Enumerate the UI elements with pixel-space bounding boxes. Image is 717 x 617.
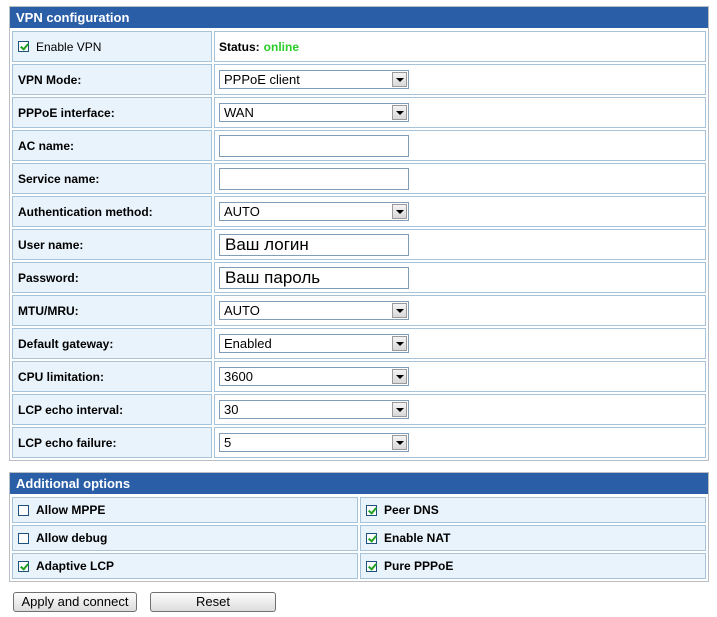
mtu-mru-value: AUTO <box>224 303 260 318</box>
vpn-mode-select[interactable]: PPPoE client <box>219 70 409 89</box>
ac-name-label: AC name: <box>12 130 212 161</box>
allow-mppe-option[interactable]: Allow MPPE <box>12 497 358 523</box>
additional-options-title: Additional options <box>10 473 708 495</box>
additional-options-panel: Additional options Allow MPPE Peer DNS A… <box>9 472 709 582</box>
vpn-mode-value: PPPoE client <box>224 72 300 87</box>
apply-and-connect-button[interactable]: Apply and connect <box>13 592 137 612</box>
ac-name-input[interactable] <box>219 134 409 157</box>
pppoe-interface-cell: WAN <box>214 97 706 128</box>
lcp-echo-failure-select[interactable]: 5 <box>219 433 409 452</box>
vpn-mode-cell: PPPoE client <box>214 64 706 95</box>
enable-nat-option[interactable]: Enable NAT <box>360 525 706 551</box>
adaptive-lcp-checkbox[interactable] <box>18 560 29 572</box>
password-label: Password: <box>12 262 212 293</box>
dropdown-arrow-icon[interactable] <box>392 402 407 417</box>
adaptive-lcp-option[interactable]: Adaptive LCP <box>12 553 358 579</box>
dropdown-arrow-icon[interactable] <box>392 204 407 219</box>
default-gateway-label: Default gateway: <box>12 328 212 359</box>
peer-dns-label: Peer DNS <box>384 503 439 517</box>
lcp-echo-interval-label: LCP echo interval: <box>12 394 212 425</box>
auth-method-value: AUTO <box>224 204 260 219</box>
peer-dns-option[interactable]: Peer DNS <box>360 497 706 523</box>
vpn-mode-label: VPN Mode: <box>12 64 212 95</box>
status-cell: Status: online <box>214 31 706 62</box>
user-name-cell: Ваш логин <box>214 229 706 260</box>
cpu-limitation-value: 3600 <box>224 369 253 384</box>
pure-pppoe-checkbox[interactable] <box>366 560 377 572</box>
adaptive-lcp-label: Adaptive LCP <box>36 559 115 573</box>
lcp-echo-interval-select[interactable]: 30 <box>219 400 409 419</box>
enable-vpn-cell: Enable VPN <box>12 31 212 62</box>
status-value: online <box>263 39 300 54</box>
password-cell: Ваш пароль <box>214 262 706 293</box>
reset-button[interactable]: Reset <box>150 592 276 612</box>
allow-debug-label: Allow debug <box>36 531 108 545</box>
allow-debug-option[interactable]: Allow debug <box>12 525 358 551</box>
pure-pppoe-option[interactable]: Pure PPPoE <box>360 553 706 579</box>
default-gateway-select[interactable]: Enabled <box>219 334 409 353</box>
lcp-echo-interval-value: 30 <box>224 402 239 417</box>
service-name-label: Service name: <box>12 163 212 194</box>
service-name-input[interactable] <box>219 167 409 190</box>
pppoe-interface-value: WAN <box>224 105 254 120</box>
default-gateway-cell: Enabled <box>214 328 706 359</box>
allow-mppe-checkbox[interactable] <box>18 504 29 516</box>
lcp-echo-failure-cell: 5 <box>214 427 706 458</box>
cpu-limitation-select[interactable]: 3600 <box>219 367 409 386</box>
allow-debug-checkbox[interactable] <box>18 532 29 544</box>
pure-pppoe-label: Pure PPPoE <box>384 559 454 573</box>
lcp-echo-failure-label: LCP echo failure: <box>12 427 212 458</box>
enable-nat-label: Enable NAT <box>384 531 451 545</box>
ac-name-cell <box>214 130 706 161</box>
allow-mppe-label: Allow MPPE <box>36 503 106 517</box>
peer-dns-checkbox[interactable] <box>366 504 377 516</box>
user-name-input[interactable]: Ваш логин <box>219 233 409 256</box>
dropdown-arrow-icon[interactable] <box>392 336 407 351</box>
pppoe-interface-label: PPPoE interface: <box>12 97 212 128</box>
enable-vpn-label: Enable VPN <box>36 39 102 54</box>
pppoe-interface-select[interactable]: WAN <box>219 103 409 122</box>
auth-method-cell: AUTO <box>214 196 706 227</box>
cpu-limitation-cell: 3600 <box>214 361 706 392</box>
vpn-configuration-title: VPN configuration <box>10 7 708 29</box>
dropdown-arrow-icon[interactable] <box>392 303 407 318</box>
mtu-mru-label: MTU/MRU: <box>12 295 212 326</box>
service-name-cell <box>214 163 706 194</box>
default-gateway-value: Enabled <box>224 336 272 351</box>
enable-vpn-checkbox[interactable] <box>18 41 29 52</box>
status-label: Status: <box>219 39 260 54</box>
dropdown-arrow-icon[interactable] <box>392 369 407 384</box>
dropdown-arrow-icon[interactable] <box>392 105 407 120</box>
mtu-mru-cell: AUTO <box>214 295 706 326</box>
dropdown-arrow-icon[interactable] <box>392 435 407 450</box>
enable-nat-checkbox[interactable] <box>366 532 377 544</box>
password-input[interactable]: Ваш пароль <box>219 266 409 289</box>
mtu-mru-select[interactable]: AUTO <box>219 301 409 320</box>
lcp-echo-interval-cell: 30 <box>214 394 706 425</box>
user-name-label: User name: <box>12 229 212 260</box>
dropdown-arrow-icon[interactable] <box>392 72 407 87</box>
auth-method-label: Authentication method: <box>12 196 212 227</box>
vpn-configuration-panel: VPN configuration Enable VPN Status: onl… <box>9 6 709 461</box>
auth-method-select[interactable]: AUTO <box>219 202 409 221</box>
cpu-limitation-label: CPU limitation: <box>12 361 212 392</box>
lcp-echo-failure-value: 5 <box>224 435 232 450</box>
